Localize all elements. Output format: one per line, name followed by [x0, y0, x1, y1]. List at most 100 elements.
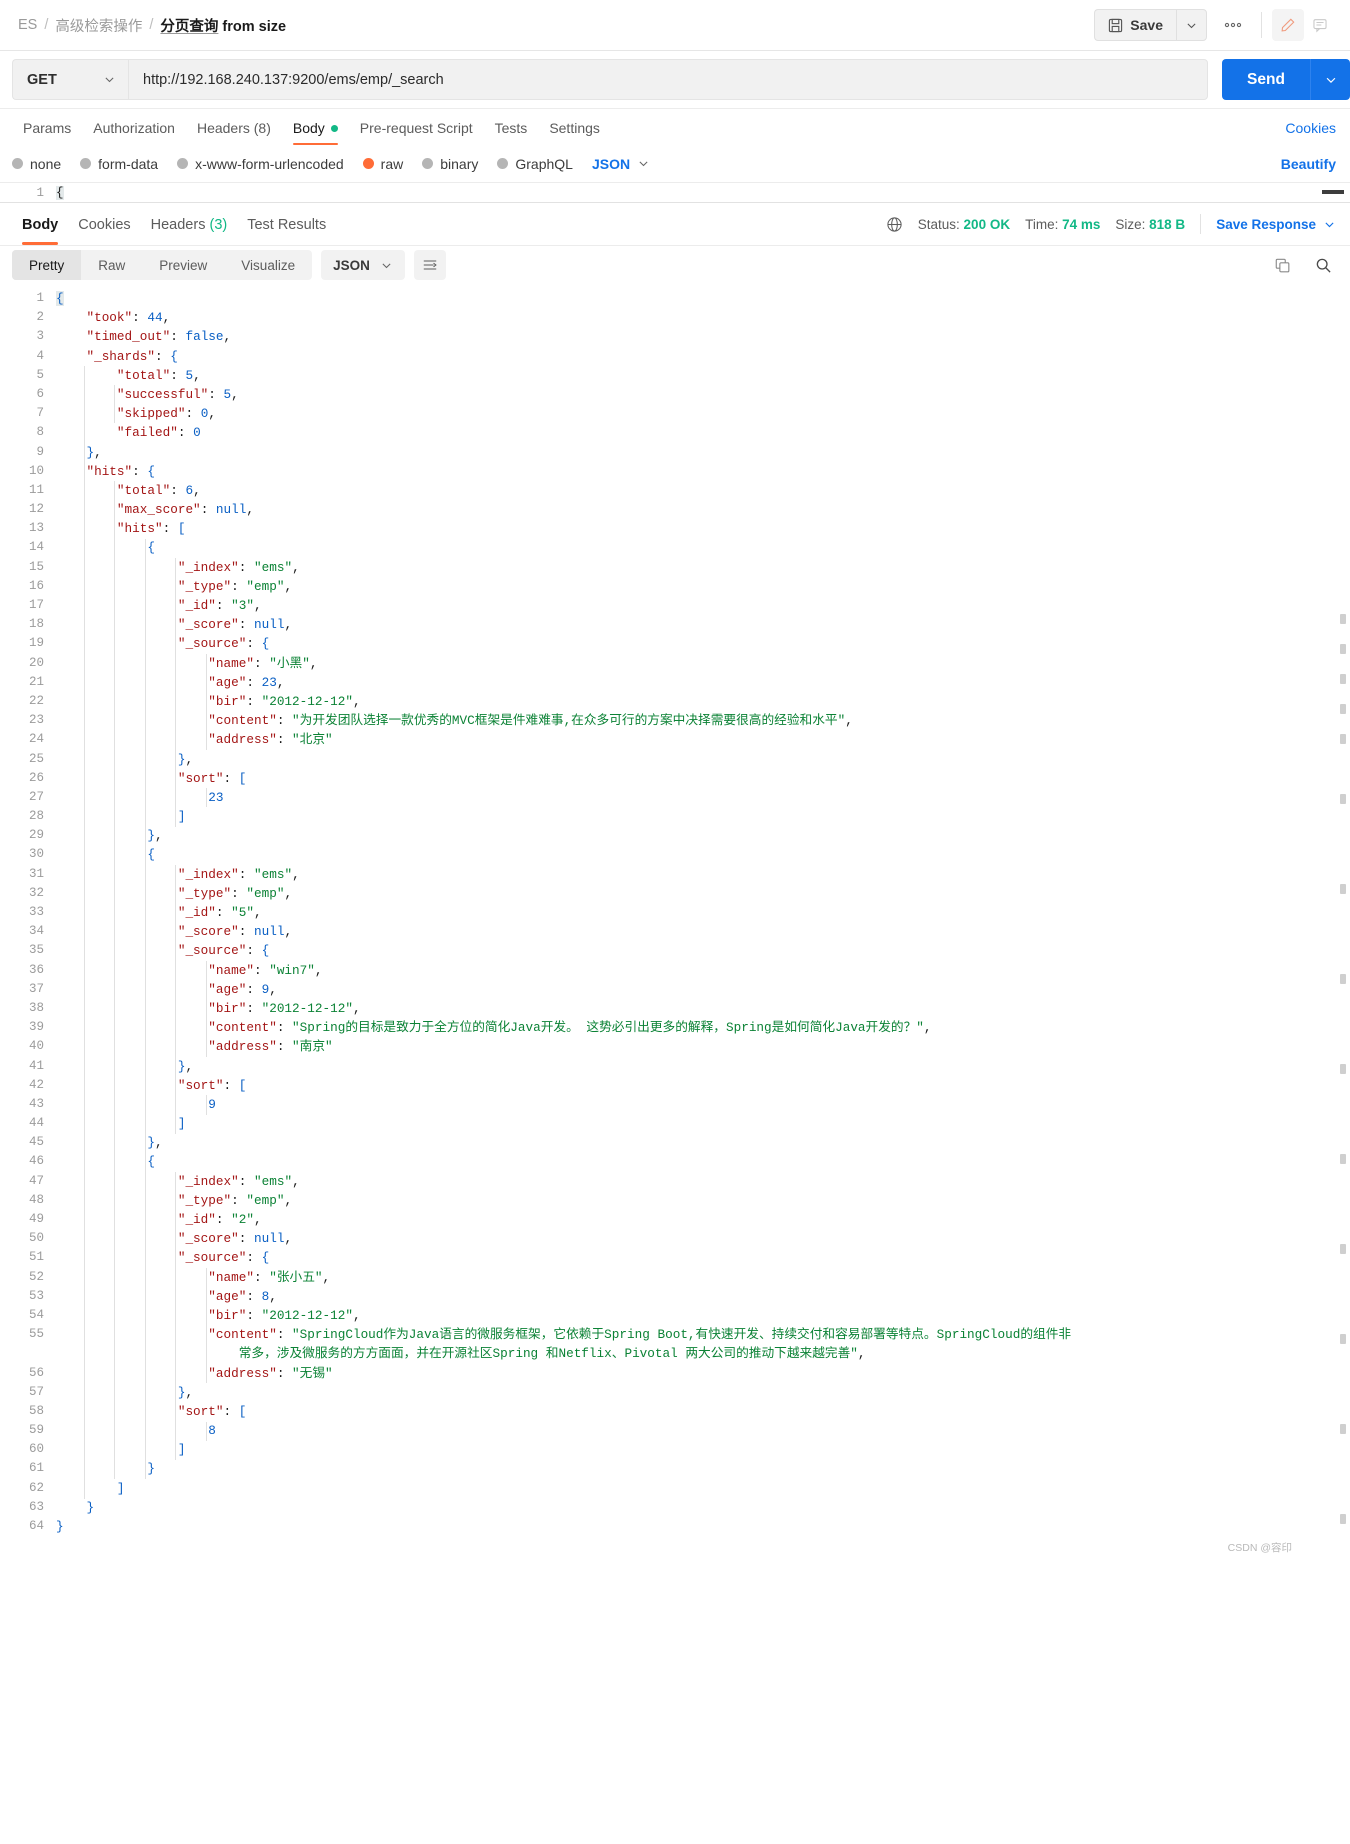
- code-token: :: [277, 732, 292, 747]
- code-line: "content": "Spring的目标是致力于全方位的简化Java开发。 这…: [56, 1018, 1350, 1037]
- request-body-editor[interactable]: 1 {: [0, 183, 1350, 203]
- tab-authorization-label: Authorization: [93, 120, 175, 136]
- request-editor-line-number: 1: [0, 186, 56, 200]
- code-scrollbar-markers[interactable]: [1340, 284, 1346, 1537]
- tab-params[interactable]: Params: [12, 120, 82, 145]
- comment-button[interactable]: [1304, 9, 1336, 41]
- code-token: :: [170, 329, 185, 344]
- save-button[interactable]: Save: [1094, 9, 1176, 41]
- code-line: "_score": null,: [56, 922, 1350, 941]
- body-format-select[interactable]: JSON: [592, 156, 650, 172]
- view-mode-visualize[interactable]: Visualize: [224, 250, 312, 280]
- radio-icon: [12, 158, 23, 169]
- response-format-select[interactable]: JSON: [321, 250, 405, 280]
- watermark: CSDN @容印: [1228, 1540, 1292, 1555]
- code-indent-guide: [175, 865, 176, 1134]
- code-line-number: 6: [0, 385, 44, 404]
- code-line: "bir": "2012-12-12",: [56, 1306, 1350, 1325]
- body-type-raw[interactable]: raw: [363, 156, 404, 172]
- tab-tests[interactable]: Tests: [484, 120, 539, 145]
- body-type-graphql[interactable]: GraphQL: [497, 156, 573, 172]
- body-type-form-data[interactable]: form-data: [80, 156, 158, 172]
- tab-authorization[interactable]: Authorization: [82, 120, 186, 145]
- beautify-link[interactable]: Beautify: [1281, 156, 1336, 172]
- response-tab-cookies[interactable]: Cookies: [68, 204, 140, 245]
- tab-body[interactable]: Body: [282, 120, 349, 145]
- code-line: "timed_out": false,: [56, 327, 1350, 346]
- code-token: ,: [292, 867, 300, 882]
- tab-settings[interactable]: Settings: [538, 120, 611, 145]
- code-token: "2012-12-12": [262, 694, 353, 709]
- send-options-button[interactable]: [1310, 59, 1350, 100]
- divider: [1200, 214, 1201, 234]
- request-editor-content[interactable]: {: [56, 186, 64, 200]
- request-editor-scrollbar[interactable]: [1322, 190, 1344, 194]
- body-type-none[interactable]: none: [12, 156, 61, 172]
- code-token: :: [254, 963, 269, 978]
- scrollbar-tick: [1340, 884, 1346, 894]
- globe-icon[interactable]: [886, 216, 903, 233]
- tab-headers-label: Headers (8): [197, 120, 271, 136]
- code-token: "_source": [178, 943, 247, 958]
- code-line: 9: [56, 1095, 1350, 1114]
- word-wrap-button[interactable]: [414, 250, 446, 280]
- save-dropdown-button[interactable]: [1176, 9, 1207, 41]
- view-mode-raw[interactable]: Raw: [81, 250, 142, 280]
- code-line-number: 55: [0, 1325, 44, 1344]
- top-bar-actions: Save: [1094, 9, 1336, 41]
- more-options-button[interactable]: [1215, 9, 1251, 41]
- breadcrumb-folder[interactable]: 高级检索操作: [55, 15, 142, 36]
- code-token: "address": [208, 1039, 277, 1054]
- code-token: 44: [147, 310, 162, 325]
- code-token: :: [178, 425, 193, 440]
- code-line: },: [56, 1057, 1350, 1076]
- breadcrumb-root[interactable]: ES: [18, 17, 37, 33]
- method-select[interactable]: GET: [12, 59, 128, 100]
- code-line-number: 13: [0, 519, 44, 538]
- view-mode-preview[interactable]: Preview: [142, 250, 224, 280]
- body-type-urlencoded[interactable]: x-www-form-urlencoded: [177, 156, 344, 172]
- code-token: :: [277, 1039, 292, 1054]
- code-token: :: [246, 982, 261, 997]
- code-line-number: 63: [0, 1498, 44, 1517]
- code-line: {: [56, 1152, 1350, 1171]
- cookies-link[interactable]: Cookies: [1285, 120, 1336, 145]
- radio-icon: [497, 158, 508, 169]
- code-line-number: 44: [0, 1114, 44, 1133]
- tab-pre-request-script[interactable]: Pre-request Script: [349, 120, 484, 145]
- code-token: ,: [254, 598, 262, 613]
- response-tab-headers[interactable]: Headers (3): [141, 204, 238, 245]
- edit-button[interactable]: [1272, 9, 1304, 41]
- method-value: GET: [27, 72, 57, 88]
- search-button[interactable]: [1310, 252, 1336, 278]
- code-token: "name": [208, 963, 254, 978]
- code-token: :: [277, 1327, 292, 1342]
- code-token: :: [170, 368, 185, 383]
- tab-headers[interactable]: Headers (8): [186, 120, 282, 145]
- code-token: ]: [117, 1481, 125, 1496]
- code-token: "sort": [178, 771, 224, 786]
- code-token: ,: [193, 368, 201, 383]
- code-token: "sort": [178, 1404, 224, 1419]
- response-tab-test-results[interactable]: Test Results: [237, 204, 336, 245]
- code-token: ,: [845, 713, 853, 728]
- url-input[interactable]: http://192.168.240.137:9200/ems/emp/_sea…: [128, 59, 1208, 100]
- view-mode-pretty[interactable]: Pretty: [12, 250, 81, 280]
- response-toolbar: Pretty Raw Preview Visualize JSON: [0, 246, 1350, 284]
- body-type-binary[interactable]: binary: [422, 156, 478, 172]
- code-content[interactable]: { "took": 44, "timed_out": false, "_shar…: [56, 284, 1350, 1536]
- code-token: {: [262, 943, 270, 958]
- code-token: :: [201, 502, 216, 517]
- code-line-number: 62: [0, 1479, 44, 1498]
- code-token: 9: [208, 1097, 216, 1112]
- tab-settings-label: Settings: [549, 120, 600, 136]
- code-token: "failed": [117, 425, 178, 440]
- code-line: "_source": {: [56, 634, 1350, 653]
- response-body-viewer[interactable]: 1234567891011121314151617181920212223242…: [0, 284, 1350, 1536]
- send-button[interactable]: Send: [1222, 59, 1310, 100]
- copy-button[interactable]: [1269, 252, 1295, 278]
- save-response-button[interactable]: Save Response: [1216, 217, 1336, 232]
- response-tab-body[interactable]: Body: [12, 204, 68, 245]
- scrollbar-tick: [1340, 674, 1346, 684]
- code-line-number: 10: [0, 462, 44, 481]
